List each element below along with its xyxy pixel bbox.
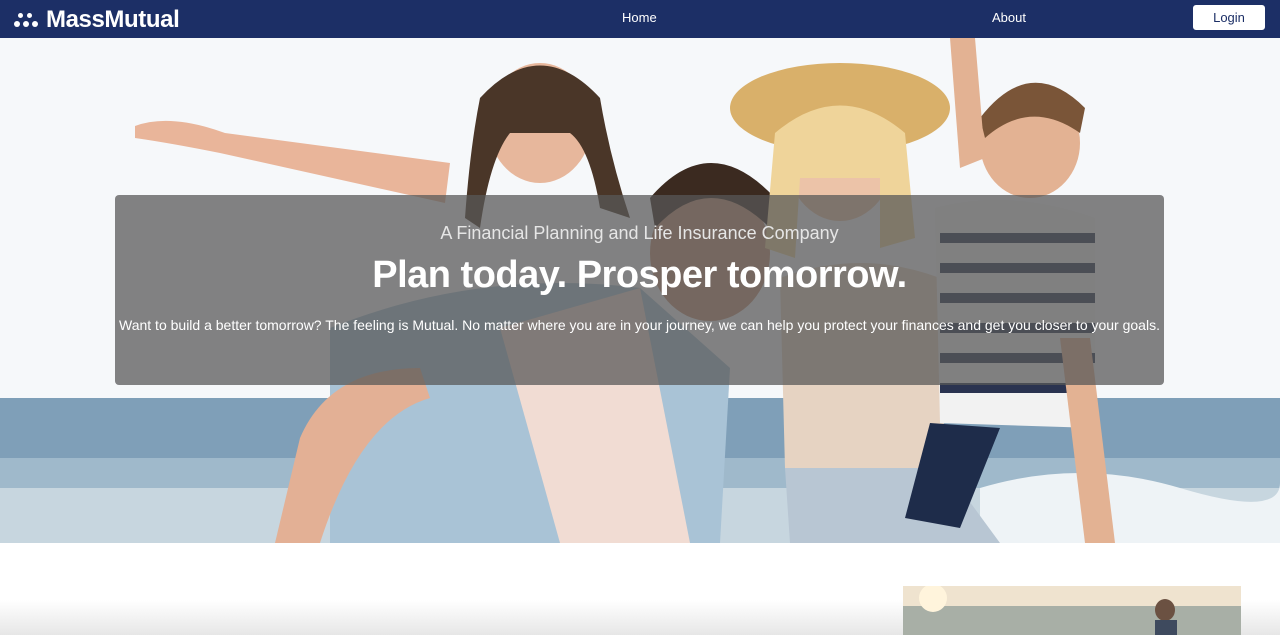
logo-text: MassMutual [46, 6, 180, 33]
login-button[interactable]: Login [1193, 5, 1265, 30]
hero-eyebrow-text: A Financial Planning and Life Insurance … [440, 223, 839, 243]
card-photo [903, 586, 1241, 635]
feature-card-image [903, 586, 1241, 635]
hero-section: A Financial Planning and Life Insurance … [0, 38, 1280, 543]
nav-home-link[interactable]: Home [622, 10, 657, 25]
hero-text-overlay: A Financial Planning and Life Insurance … [115, 195, 1164, 385]
hero-body-text: Want to build a better tomorrow? The fee… [119, 317, 1160, 333]
nav-about-link[interactable]: About [992, 10, 1026, 25]
massmutual-logo[interactable]: MassMutual [14, 6, 180, 33]
logo-dots-icon [14, 12, 40, 28]
top-navbar: MassMutual Home About Login [0, 0, 1280, 38]
hero-title: Plan today. Prosper tomorrow. [372, 254, 907, 296]
